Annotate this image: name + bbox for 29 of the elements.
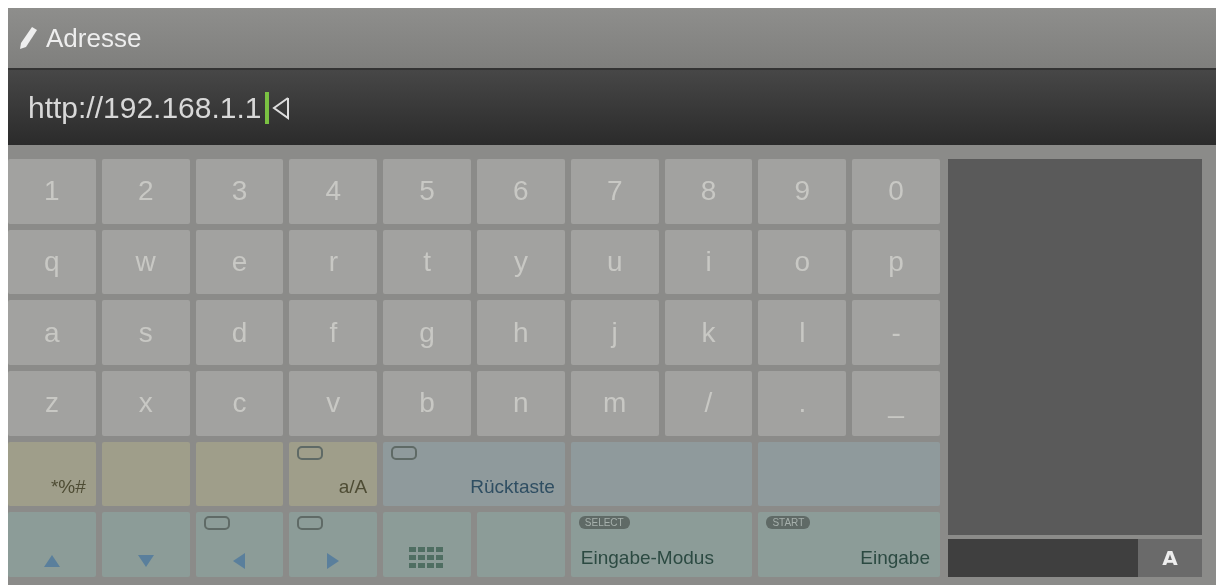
key-label: a/A	[338, 476, 368, 499]
arrow-key[interactable]	[101, 512, 190, 577]
mode-key[interactable]: A	[1138, 539, 1202, 577]
button-badge: SELECT	[578, 516, 630, 530]
function-key[interactable]: a/A	[289, 441, 378, 507]
function-key[interactable]: START Eingabe	[758, 512, 940, 577]
up-arrow-icon	[43, 553, 60, 569]
down-arrow-icon	[137, 553, 154, 569]
grid-key[interactable]	[383, 512, 471, 577]
key-label: Eingabe-Modus	[580, 547, 714, 569]
key[interactable]: _	[852, 371, 940, 436]
pencil-icon	[18, 26, 38, 50]
arrow-key[interactable]	[195, 512, 284, 577]
arrow-key[interactable]	[8, 512, 96, 577]
grid-icon	[409, 547, 446, 569]
key[interactable]: .	[758, 371, 847, 436]
header-title: Adresse	[46, 22, 142, 54]
function-key[interactable]: Rücktaste	[383, 441, 565, 507]
key[interactable]: -	[852, 300, 940, 365]
key-label: *%#	[50, 476, 86, 499]
key[interactable]: /	[664, 371, 753, 436]
button-badge: START	[766, 516, 811, 530]
function-key[interactable]: *%#	[8, 441, 96, 507]
address-field[interactable]: http://192.168.1.1	[8, 68, 1216, 145]
key-label: Eingabe	[860, 547, 930, 569]
function-key[interactable]: SELECT Eingabe-Modus	[570, 512, 753, 577]
key-label: Rücktaste	[470, 476, 555, 499]
arrow-key[interactable]	[289, 512, 378, 577]
left-arrow-icon	[231, 553, 248, 569]
